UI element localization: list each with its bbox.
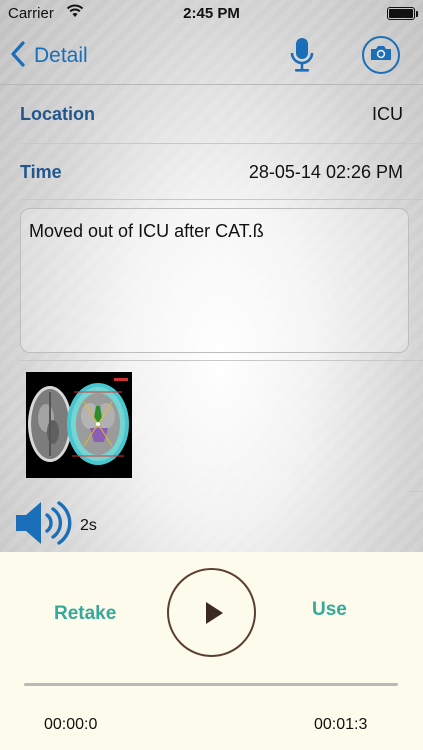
audio-duration: 2s (80, 516, 97, 534)
battery-icon (387, 7, 418, 20)
time-value: 28-05-14 02:26 PM (248, 162, 403, 182)
notes-text: Moved out of ICU after CAT.ß (29, 221, 264, 241)
back-button-label: Detail (34, 44, 88, 67)
time-row[interactable]: Time 28-05-14 02:26 PM (0, 143, 423, 201)
playback-progress-bar[interactable] (24, 683, 398, 686)
elapsed-time: 00:00:0 (44, 716, 98, 733)
speaker-icon (14, 500, 74, 551)
microphone-button[interactable] (288, 36, 316, 74)
time-label: Time (20, 162, 62, 182)
audio-clip[interactable]: 2s (14, 500, 97, 551)
microphone-icon (288, 38, 316, 78)
row-divider (20, 199, 423, 200)
use-button[interactable]: Use (312, 599, 347, 621)
row-divider (20, 360, 423, 361)
scan-image-thumbnail[interactable] (26, 372, 132, 478)
location-row[interactable]: Location ICU (0, 85, 423, 143)
chevron-left-icon (8, 40, 30, 73)
camera-button[interactable] (362, 36, 400, 74)
status-time: 2:45 PM (183, 5, 240, 22)
play-button[interactable] (167, 568, 256, 657)
back-button[interactable]: Detail (8, 40, 88, 72)
status-bar: Carrier 2:45 PM (0, 0, 423, 28)
playback-panel: Retake Use 00:00:0 00:01:3 (0, 552, 423, 750)
camera-icon (369, 44, 393, 67)
total-time: 00:01:3 (314, 716, 368, 733)
retake-button[interactable]: Retake (54, 603, 116, 625)
location-value: ICU (372, 104, 403, 124)
row-divider (410, 491, 423, 492)
location-label: Location (20, 104, 95, 124)
navigation-bar: Detail (0, 28, 423, 84)
notes-text-view[interactable]: Moved out of ICU after CAT.ß (20, 208, 409, 353)
play-icon (206, 602, 223, 624)
